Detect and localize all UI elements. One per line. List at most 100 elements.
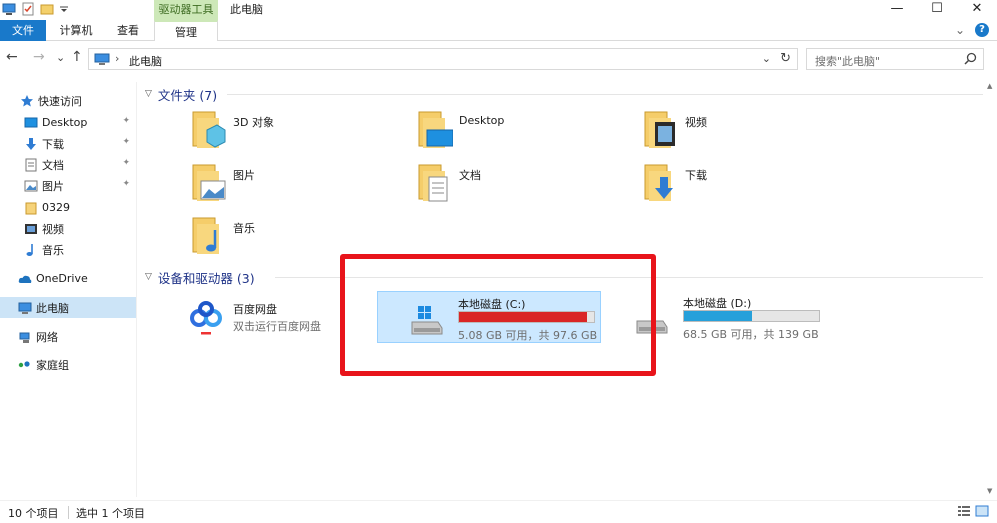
forward-button[interactable]: → [33,49,45,65]
nav-label: 视频 [42,222,64,236]
refresh-button[interactable]: ↻ [780,51,791,66]
nav-label: 文档 [42,158,64,172]
nav-label: 图片 [42,179,64,193]
pin-icon: ✦ [122,116,130,126]
navigation-pane: 快速访问 Desktop ✦ 下载 ✦ 文档 ✦ 图片 ✦ 0329 视频 音乐… [0,82,136,497]
nav-item-documents[interactable]: 文档 ✦ [0,154,136,175]
group-header-devices[interactable]: ▽ 设备和驱动器 (3) [145,268,255,286]
chevron-down-icon: ▽ [145,89,152,99]
status-divider [68,506,69,519]
tab-manage[interactable]: 管理 [154,20,218,41]
nav-item-desktop[interactable]: Desktop ✦ [0,112,136,133]
document-icon [24,158,38,172]
large-icons-view-icon[interactable] [975,505,989,520]
pin-icon: ✦ [122,137,130,147]
nav-quick-access[interactable]: 快速访问 [0,90,136,111]
folder-label: Desktop [459,114,505,127]
status-bar: 10 个项目 选中 1 个项目 [0,500,997,523]
folder-videos[interactable]: 视频 [643,110,863,158]
folder-label: 3D 对象 [233,116,274,129]
group-divider [227,94,983,95]
expand-ribbon-icon[interactable]: ⌄ [955,23,965,37]
nav-label: 0329 [42,201,70,214]
nav-network[interactable]: 网络 [0,326,136,347]
tab-view[interactable]: 查看 [106,20,150,41]
minimize-button[interactable]: — [877,0,917,16]
drive-tools-context-label: 驱动器工具 [154,0,218,20]
window-title: 此电脑 [230,3,263,16]
maximize-button[interactable]: ☐ [917,0,957,16]
nav-item-pictures[interactable]: 图片 ✦ [0,175,136,196]
help-icon[interactable]: ? [975,23,989,37]
cloud-icon [18,272,32,286]
group-header-folders[interactable]: ▽ 文件夹 (7) [145,85,217,103]
address-bar[interactable]: › 此电脑 ⌄ ↻ [88,48,798,70]
address-dropdown-icon[interactable]: ⌄ [762,52,771,65]
breadcrumb-this-pc[interactable]: 此电脑 [129,53,162,69]
nav-label: OneDrive [36,272,88,285]
scroll-up-icon[interactable]: ▲ [987,82,992,90]
details-view-icon[interactable] [957,505,971,520]
nav-item-downloads[interactable]: 下载 ✦ [0,133,136,154]
tab-file[interactable]: 文件 [0,20,46,41]
folder-downloads[interactable]: 下载 [643,163,863,211]
picture-folder-icon [192,164,226,201]
nav-label: 下载 [42,137,64,151]
title-bar: 驱动器工具 此电脑 — ☐ ✕ [0,0,997,20]
folder-documents[interactable]: 文档 [417,163,637,211]
video-icon [24,222,38,236]
group-title: 设备和驱动器 (3) [157,270,255,286]
up-button[interactable]: ↑ [71,49,83,65]
new-folder-icon[interactable] [40,2,54,16]
3d-objects-icon [192,111,226,148]
group-title: 文件夹 (7) [157,87,218,103]
nav-item-videos[interactable]: 视频 [0,218,136,239]
pin-icon: ✦ [122,158,130,168]
search-placeholder: 搜索"此电脑" [815,55,881,68]
folder-label: 下载 [685,169,707,182]
nav-label: 家庭组 [36,358,69,372]
folder-label: 音乐 [233,222,255,235]
breadcrumb-separator[interactable]: › [115,52,119,65]
baidu-netdisk-icon [190,301,222,335]
search-input[interactable]: 搜索"此电脑" [806,48,984,70]
drive-usage-fill [684,311,753,321]
nav-label: 快速访问 [38,94,82,108]
video-folder-icon [644,111,675,148]
folder-pictures[interactable]: 图片 [191,163,411,211]
computer-icon [18,301,32,315]
search-icon[interactable] [964,52,977,68]
nav-homegroup[interactable]: 家庭组 [0,354,136,375]
nav-onedrive[interactable]: OneDrive [0,268,136,289]
drive-free-space: 68.5 GB 可用，共 139 GB [683,328,819,341]
folder-label: 图片 [233,169,255,182]
nav-item-music[interactable]: 音乐 [0,239,136,260]
desktop-folder-icon [418,111,453,148]
folder-desktop[interactable]: Desktop [417,110,637,158]
customize-toolbar-icon[interactable] [59,2,73,16]
folder-label: 视频 [685,116,707,129]
nav-this-pc[interactable]: 此电脑 [0,297,136,318]
download-folder-icon [644,164,673,201]
music-folder-icon [192,217,219,254]
nav-label: Desktop [42,116,88,129]
folder-icon [24,201,38,215]
computer-icon [94,53,110,69]
highlight-annotation-box [340,254,656,376]
close-button[interactable]: ✕ [957,0,997,16]
properties-icon[interactable] [21,2,35,16]
scroll-down-icon[interactable]: ▼ [987,487,992,495]
star-icon [20,94,34,108]
folder-3d-objects[interactable]: 3D 对象 [191,110,411,158]
network-icon [18,330,32,344]
quick-access-toolbar [2,1,73,17]
nav-label: 网络 [36,330,58,344]
vertical-scrollbar[interactable]: ▲ ▼ [985,80,997,497]
nav-label: 此电脑 [36,301,69,315]
recent-locations-button[interactable]: ⌄ [56,51,65,64]
item-description: 双击运行百度网盘 [233,320,321,333]
back-button[interactable]: ← [6,49,18,65]
tab-computer[interactable]: 计算机 [48,20,104,41]
nav-item-0329[interactable]: 0329 [0,197,136,218]
drive-label: 本地磁盘 (D:) [683,297,752,310]
